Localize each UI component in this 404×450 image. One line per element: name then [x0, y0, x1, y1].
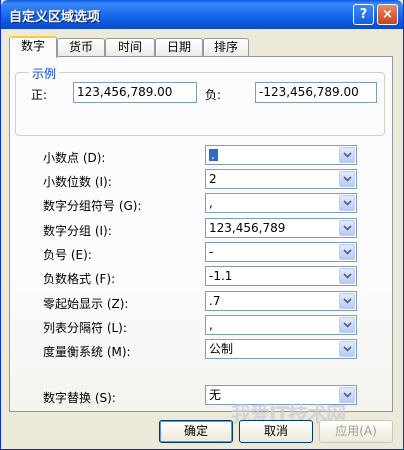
negative-format-combo[interactable]: -1.1 [205, 266, 357, 286]
digit-substitution-label: 数字替换 (S): [43, 391, 116, 405]
positive-example-field: 123,456,789.00 [73, 82, 197, 103]
list-separator-combo[interactable]: , [205, 315, 357, 335]
tab-sort[interactable]: 排序 [203, 38, 249, 56]
leading-zero-combo[interactable]: .7 [205, 291, 357, 311]
list-separator-value: , [209, 318, 213, 332]
decimal-digits-label: 小数位数 (I): [43, 175, 112, 189]
ok-button[interactable]: 确定 [159, 420, 233, 443]
decimal-symbol-combo[interactable]: . [205, 145, 357, 165]
decimal-digits-value: 2 [209, 172, 217, 186]
dropdown-arrow-icon[interactable] [339, 147, 355, 163]
dropdown-arrow-icon[interactable] [339, 171, 355, 187]
window-title: 自定义区域选项 [9, 10, 101, 25]
grouping-symbol-value: , [209, 196, 213, 210]
grouping-symbol-combo[interactable]: , [205, 193, 357, 213]
dropdown-arrow-icon[interactable] [339, 220, 355, 236]
dropdown-arrow-icon[interactable] [339, 268, 355, 284]
digit-grouping-label: 数字分组 (I): [43, 224, 112, 238]
example-group-label: 示例 [29, 65, 60, 82]
dropdown-arrow-icon[interactable] [339, 341, 355, 357]
digit-substitution-value: 无 [209, 388, 222, 402]
title-bar[interactable]: 自定义区域选项 ? × [1, 0, 403, 29]
negative-example-field: -123,456,789.00 [255, 82, 377, 103]
leading-zero-value: .7 [209, 294, 221, 308]
negative-sign-value: - [209, 245, 214, 259]
tab-number[interactable]: 数字 [9, 36, 57, 58]
dialog-window: 自定义区域选项 ? × 数字 货币 时间 日期 排序 示例 正: 123,456… [0, 0, 404, 450]
list-separator-label: 列表分隔符 (L): [43, 321, 127, 335]
decimal-symbol-label: 小数点 (D): [43, 151, 106, 165]
negative-sign-combo[interactable]: - [205, 242, 357, 262]
decimal-digits-combo[interactable]: 2 [205, 169, 357, 189]
positive-label: 正: [31, 88, 48, 102]
measurement-system-label: 度量衡系统 (M): [43, 345, 131, 359]
negative-format-label: 负数格式 (F): [43, 272, 116, 286]
close-button[interactable]: × [377, 4, 398, 25]
negative-format-value: -1.1 [209, 269, 233, 283]
grouping-symbol-label: 数字分组符号 (G): [43, 199, 142, 213]
tab-time[interactable]: 时间 [105, 38, 155, 56]
leading-zero-label: 零起始显示 (Z): [43, 297, 129, 311]
measurement-system-combo[interactable]: 公制 [205, 339, 357, 359]
negative-label: 负: [205, 88, 222, 102]
tab-currency[interactable]: 货币 [57, 38, 105, 56]
tab-date[interactable]: 日期 [155, 38, 203, 56]
measurement-system-value: 公制 [209, 342, 234, 356]
cancel-button[interactable]: 取消 [239, 420, 313, 443]
apply-button[interactable]: 应用(A) [319, 420, 393, 443]
dropdown-arrow-icon[interactable] [339, 317, 355, 333]
dropdown-arrow-icon[interactable] [339, 195, 355, 211]
negative-sign-label: 负号 (E): [43, 248, 92, 262]
digit-grouping-value: 123,456,789 [209, 221, 286, 235]
help-button[interactable]: ? [353, 4, 374, 25]
dropdown-arrow-icon[interactable] [339, 244, 355, 260]
decimal-symbol-value: . [211, 148, 215, 162]
dropdown-arrow-icon[interactable] [339, 293, 355, 309]
digit-grouping-combo[interactable]: 123,456,789 [205, 218, 357, 238]
